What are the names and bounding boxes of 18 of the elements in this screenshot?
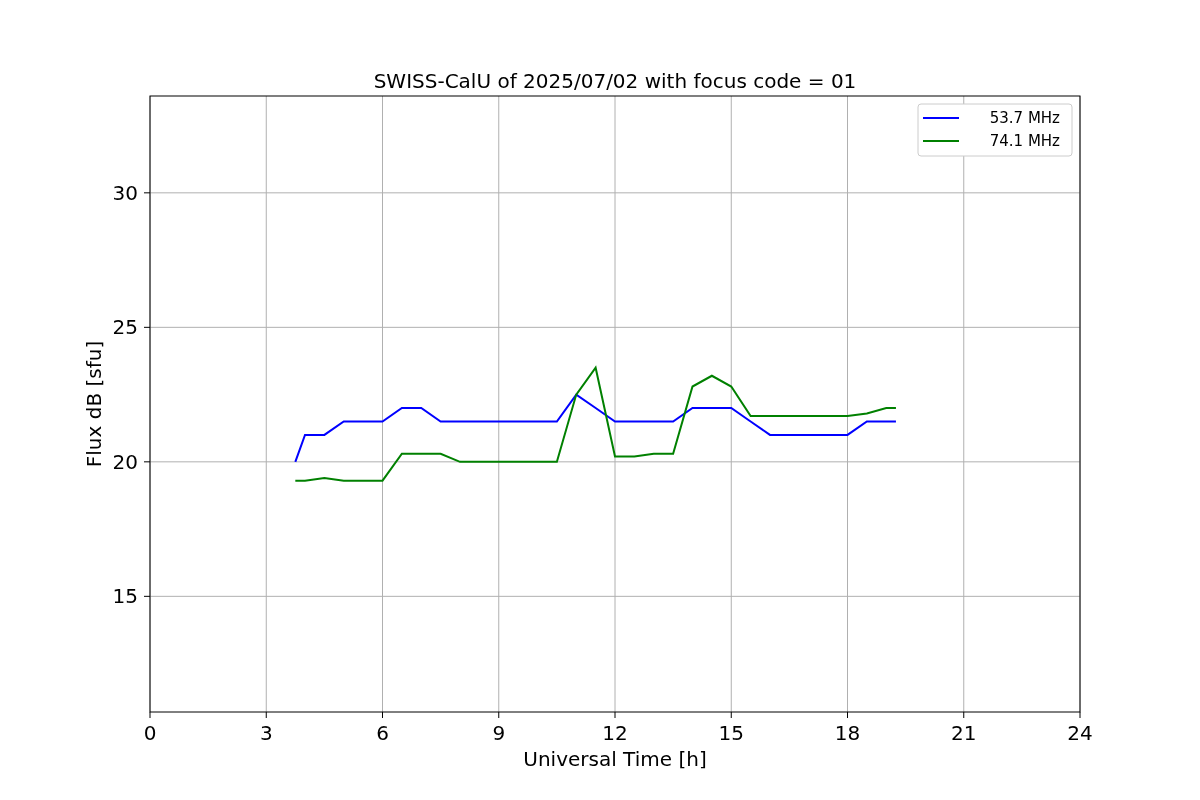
chart-title: SWISS-CalU of 2025/07/02 with focus code = 01 xyxy=(373,69,857,93)
x-tick-label: 18 xyxy=(834,721,861,745)
x-tick-label: 24 xyxy=(1067,721,1093,745)
y-tick-label: 30 xyxy=(112,180,138,205)
x-tick-label: 0 xyxy=(143,721,157,745)
x-tick-label: 6 xyxy=(376,721,389,745)
x-tick-label: 21 xyxy=(951,721,977,745)
legend-label: 74.1 MHz xyxy=(989,132,1060,150)
y-tick-label: 15 xyxy=(112,584,138,609)
y-tick-label: 25 xyxy=(112,315,138,340)
y-axis-label: Flux dB [sfu] xyxy=(82,340,106,468)
x-tick-label: 12 xyxy=(602,721,628,745)
x-tick-label: 9 xyxy=(492,721,506,745)
x-axis-label: Universal Time [h] xyxy=(523,747,707,771)
x-tick-label: 3 xyxy=(259,721,273,745)
y-tick-label: 20 xyxy=(112,449,138,474)
x-tick-label: 15 xyxy=(718,721,744,745)
legend-label: 53.7 MHz xyxy=(989,109,1060,127)
